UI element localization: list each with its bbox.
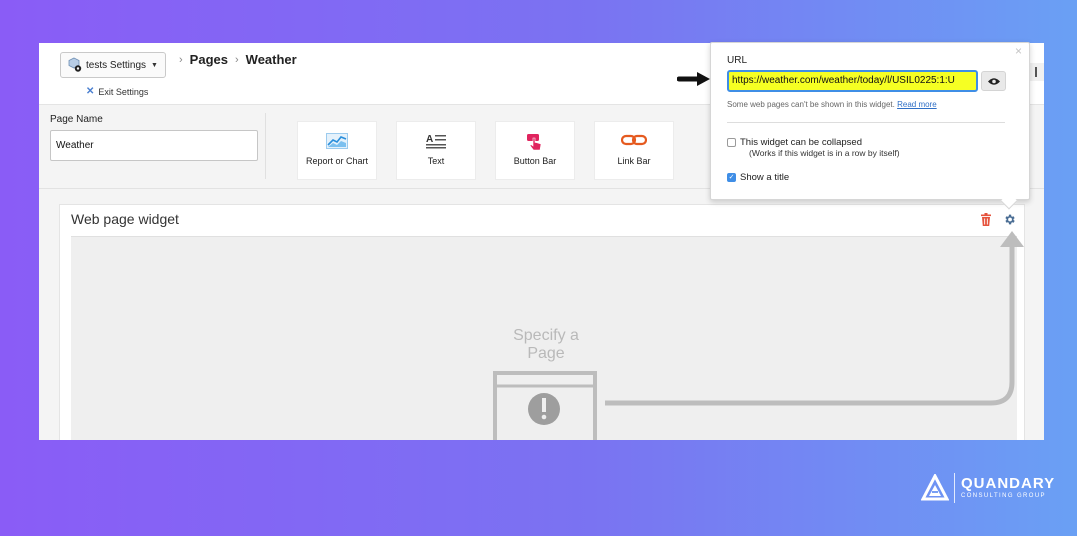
collapse-label: This widget can be collapsed — [740, 137, 862, 148]
show-title-label: Show a title — [740, 172, 790, 183]
collapse-hint: (Works if this widget is in a row by its… — [749, 148, 900, 158]
collapse-checkbox[interactable] — [727, 138, 736, 147]
url-input[interactable]: https://weather.com/weather/today/l/USIL… — [727, 70, 978, 92]
browser-warning-icon — [493, 371, 597, 440]
widget-settings-popup: × URL https://weather.com/weather/today/… — [710, 42, 1030, 210]
preview-button[interactable] — [981, 71, 1006, 91]
show-title-option[interactable]: ✓ Show a title — [727, 172, 789, 183]
black-arrow-icon — [677, 72, 710, 86]
curved-arrow — [605, 231, 1024, 406]
url-label: URL — [727, 55, 748, 66]
brand-tagline: CONSULTING GROUP — [961, 492, 1046, 499]
show-title-checkbox[interactable]: ✓ — [727, 173, 736, 182]
brand-name: QUANDARY — [961, 474, 1056, 492]
logo-divider — [954, 473, 955, 503]
collapsible-option[interactable]: This widget can be collapsed — [727, 137, 862, 148]
eye-icon — [987, 77, 1000, 85]
popup-divider — [727, 122, 1005, 123]
read-more-link[interactable]: Read more — [897, 100, 937, 109]
embed-note: Some web pages can't be shown in this wi… — [727, 100, 937, 109]
close-icon[interactable]: × — [1015, 44, 1022, 58]
embed-note-text: Some web pages can't be shown in this wi… — [727, 100, 895, 109]
brand-logo: QUANDARY CONSULTING GROUP — [921, 473, 1055, 503]
brand-text: QUANDARY CONSULTING GROUP — [961, 474, 1056, 501]
quandary-logo-icon — [921, 474, 949, 501]
